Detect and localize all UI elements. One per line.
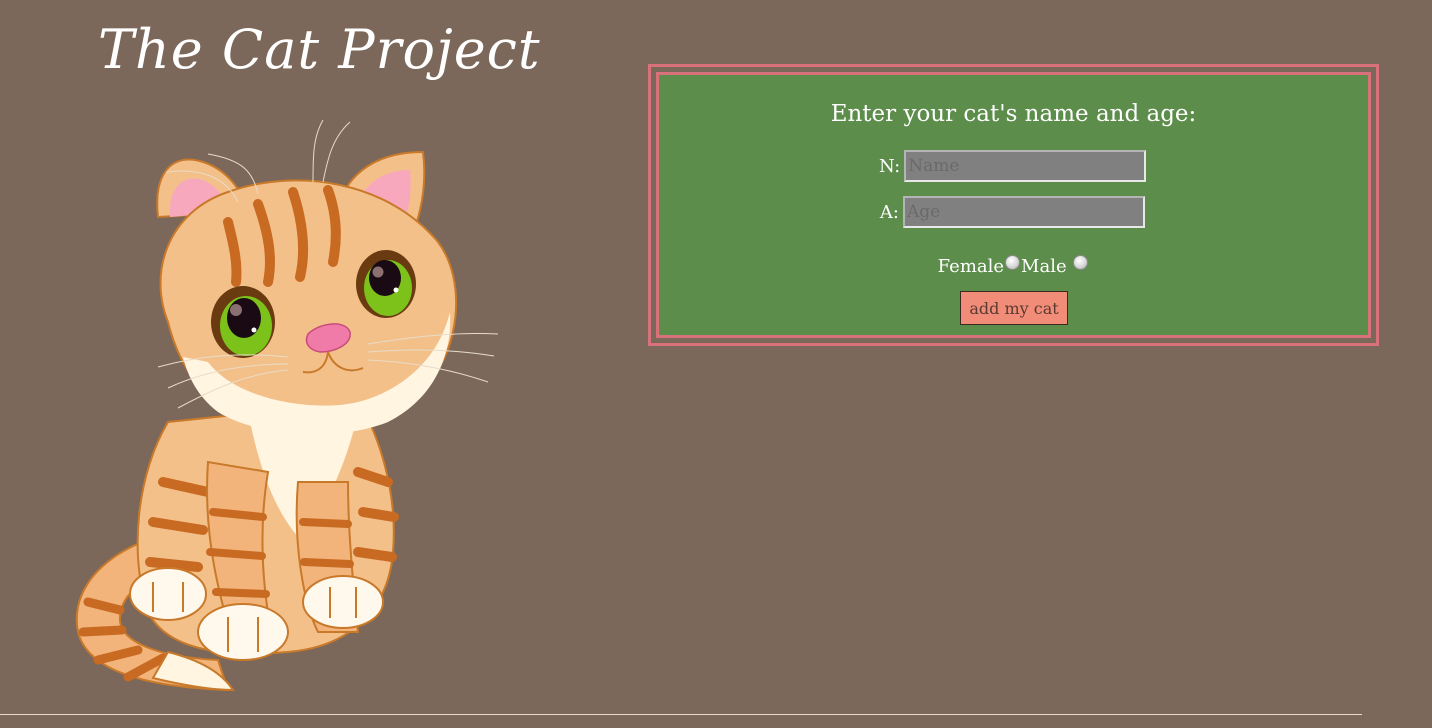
age-label: A:	[879, 201, 899, 223]
site-title: The Cat Project	[98, 18, 541, 81]
cat-form: Enter your cat's name and age: N: A: Fem…	[656, 72, 1371, 338]
page: The Cat Project Enter your cat's name an…	[0, 0, 1432, 728]
gender-option-female-label: Female	[937, 256, 1005, 277]
name-input[interactable]	[904, 150, 1147, 182]
footer-divider	[0, 714, 1362, 715]
add-cat-button[interactable]: add my cat	[960, 291, 1068, 325]
gender-radio-male[interactable]	[1073, 255, 1089, 270]
gender-radio-female[interactable]	[1005, 255, 1021, 270]
name-row: N:	[879, 149, 1147, 183]
gender-row: Female Male	[659, 255, 1368, 277]
gender-option-male-label: Male	[1021, 256, 1067, 277]
form-heading: Enter your cat's name and age:	[830, 101, 1197, 127]
name-label: N:	[879, 155, 901, 177]
cat-form-frame: Enter your cat's name and age: N: A: Fem…	[648, 64, 1379, 346]
age-input[interactable]	[903, 196, 1145, 228]
age-row: A:	[879, 195, 1145, 229]
kitten-illustration	[75, 119, 499, 692]
